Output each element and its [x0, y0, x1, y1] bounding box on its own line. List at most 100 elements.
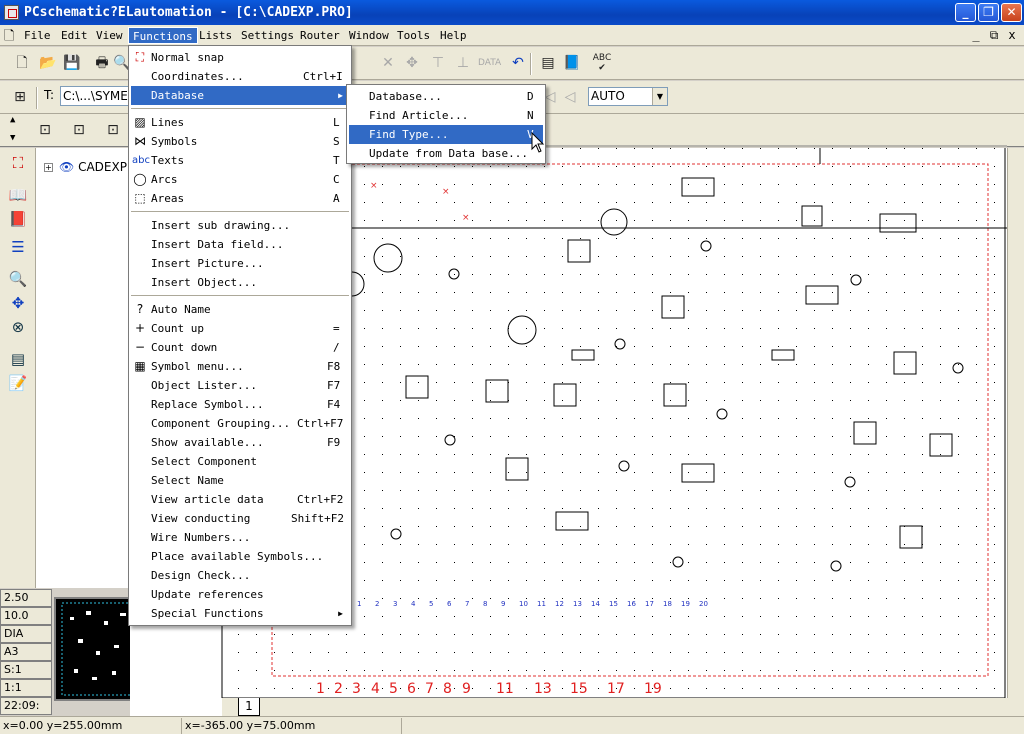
- auto-combo[interactable]: AUTO ▼: [588, 87, 668, 106]
- menu-item-component-grouping[interactable]: Component Grouping... Ctrl+F7: [131, 414, 349, 433]
- menu-item-design-check[interactable]: Design Check...: [131, 566, 349, 585]
- page-tab-1[interactable]: 1: [238, 698, 260, 716]
- menu-item-insert-sub-drawing[interactable]: Insert sub drawing...: [131, 216, 349, 235]
- menu-item-texts[interactable]: abc Texts T: [131, 151, 349, 170]
- list-icon[interactable]: ▤: [538, 53, 558, 73]
- menu-item-find-article[interactable]: Find Article... N: [349, 106, 543, 125]
- menu-item-object-lister[interactable]: Object Lister... F7: [131, 376, 349, 395]
- print-icon[interactable]: 🖶: [92, 53, 112, 73]
- target-icon[interactable]: ⊗: [7, 316, 29, 338]
- status-scale: S:1: [0, 661, 52, 679]
- restore-button[interactable]: ❐: [978, 3, 999, 22]
- pan-icon[interactable]: ✥: [7, 292, 29, 314]
- list-arrow-icon[interactable]: ☰: [7, 236, 29, 258]
- menu-item-label: Auto Name: [151, 303, 211, 316]
- data-icon[interactable]: DATA: [478, 53, 501, 73]
- mdi-close-button[interactable]: x: [1004, 28, 1020, 42]
- save-icon[interactable]: 💾: [62, 53, 82, 73]
- menu-router[interactable]: Router: [296, 27, 344, 44]
- menu-file[interactable]: File: [20, 27, 55, 44]
- tree-node-cadexp[interactable]: + 👁 CADEXP: [44, 160, 127, 174]
- small-number: 7: [465, 600, 469, 608]
- lines-icon: ▨: [134, 115, 146, 129]
- page-tab-bar: [222, 698, 1022, 716]
- vertical-scrollbar[interactable]: [1007, 148, 1024, 716]
- menu-item-insert-data-field[interactable]: Insert Data field...: [131, 235, 349, 254]
- scroll-arrows[interactable]: ▲ ▼: [10, 116, 15, 143]
- menu-item-database-dialog[interactable]: Database... D: [349, 87, 543, 106]
- spellcheck-icon[interactable]: ABC ✔: [592, 53, 612, 73]
- snap-icon[interactable]: ⛶: [7, 152, 29, 174]
- menu-item-show-available[interactable]: Show available... F9: [131, 433, 349, 452]
- menu-item-update-from-database[interactable]: Update from Data base...: [349, 144, 543, 163]
- zoom-icon[interactable]: 🔍: [7, 268, 29, 290]
- menu-separator: [131, 211, 349, 212]
- menu-item-count-up[interactable]: + Count up =: [131, 319, 349, 338]
- align-down-icon[interactable]: ⊥: [453, 53, 473, 73]
- undo-icon[interactable]: ↶: [508, 53, 528, 73]
- menu-item-arcs[interactable]: ◯ Arcs C: [131, 170, 349, 189]
- chevron-down-icon[interactable]: ▼: [652, 88, 667, 105]
- menu-lists[interactable]: Lists: [195, 27, 236, 44]
- menu-item-find-type[interactable]: Find Type... V: [349, 125, 543, 144]
- menu-item-coordinates[interactable]: Coordinates... Ctrl+I: [131, 67, 349, 86]
- menu-item-select-component[interactable]: Select Component: [131, 452, 349, 471]
- menu-item-wire-numbers[interactable]: Wire Numbers...: [131, 528, 349, 547]
- menu-item-symbol-menu[interactable]: ▦ Symbol menu... F8: [131, 357, 349, 376]
- open-icon[interactable]: 📂: [38, 53, 58, 73]
- book-open-icon[interactable]: 📖: [7, 184, 29, 206]
- small-number: 15: [609, 600, 618, 608]
- menu-item-symbols[interactable]: ⋈ Symbols S: [131, 132, 349, 151]
- menu-settings[interactable]: Settings: [237, 27, 298, 44]
- menu-edit[interactable]: Edit: [57, 27, 92, 44]
- minimize-button[interactable]: _: [955, 3, 976, 22]
- ruler-icon[interactable]: ⊞: [10, 87, 30, 107]
- arrow-left-2-icon[interactable]: ◁: [560, 87, 580, 107]
- menu-item-insert-object[interactable]: Insert Object...: [131, 273, 349, 292]
- mdi-controls: _ ⧉ x: [966, 28, 1020, 43]
- menu-item-view-conducting[interactable]: View conducting Shift+F2: [131, 509, 349, 528]
- mdi-minimize-button[interactable]: _: [968, 28, 984, 42]
- menu-item-auto-name[interactable]: ? Auto Name: [131, 300, 349, 319]
- app-icon[interactable]: [4, 5, 19, 20]
- menu-item-normal-snap[interactable]: ⛶ Normal snap: [131, 48, 349, 67]
- small-number: 18: [663, 600, 672, 608]
- menu-view[interactable]: View: [92, 27, 127, 44]
- delete-icon[interactable]: ✕: [378, 53, 398, 73]
- document-icon[interactable]: 🗋: [4, 27, 14, 49]
- menu-item-select-name[interactable]: Select Name: [131, 471, 349, 490]
- menu-item-shortcut: N: [527, 109, 534, 122]
- menu-item-special-functions[interactable]: Special Functions ▶: [131, 604, 349, 623]
- symbol-valve-icon[interactable]: ⊡: [98, 120, 128, 140]
- book-help-icon[interactable]: 📕: [7, 208, 29, 230]
- mdi-restore-button[interactable]: ⧉: [986, 28, 1002, 43]
- close-button[interactable]: ✕: [1001, 3, 1022, 22]
- menu-item-shortcut: Ctrl+F2: [297, 493, 344, 506]
- menu-item-lines[interactable]: ▨ Lines L: [131, 113, 349, 132]
- document-list-icon[interactable]: ▤: [7, 348, 29, 370]
- move-icon[interactable]: ✥: [402, 53, 422, 73]
- menu-item-insert-picture[interactable]: Insert Picture...: [131, 254, 349, 273]
- menu-item-label: Count down: [151, 341, 218, 354]
- symbol-relay-icon[interactable]: ⊡: [30, 120, 60, 140]
- align-up-icon[interactable]: ⊤: [428, 53, 448, 73]
- menu-item-areas[interactable]: ⬚ Areas A: [131, 189, 349, 208]
- menu-item-update-references[interactable]: Update references: [131, 585, 349, 604]
- menu-window[interactable]: Window: [345, 27, 393, 44]
- menu-functions[interactable]: Functions: [128, 27, 198, 44]
- book-icon[interactable]: 📘: [562, 53, 582, 73]
- menu-item-view-article-data[interactable]: View article data Ctrl+F2: [131, 490, 349, 509]
- new-icon[interactable]: 🗋: [12, 53, 32, 73]
- text-path-field[interactable]: C:\...\SYME: [60, 86, 132, 106]
- menu-item-database[interactable]: Database ▶: [131, 86, 349, 105]
- menu-help[interactable]: Help: [436, 27, 471, 44]
- edit-list-icon[interactable]: 📝: [7, 372, 29, 394]
- menu-item-place-available-symbols[interactable]: Place available Symbols...: [131, 547, 349, 566]
- small-number: 10: [519, 600, 528, 608]
- symbol-contact-icon[interactable]: ⊡: [64, 120, 94, 140]
- expand-icon[interactable]: +: [44, 163, 53, 172]
- menu-item-replace-symbol[interactable]: Replace Symbol... F4: [131, 395, 349, 414]
- menu-tools[interactable]: Tools: [393, 27, 434, 44]
- menu-item-shortcut: /: [333, 341, 340, 354]
- menu-item-count-down[interactable]: − Count down /: [131, 338, 349, 357]
